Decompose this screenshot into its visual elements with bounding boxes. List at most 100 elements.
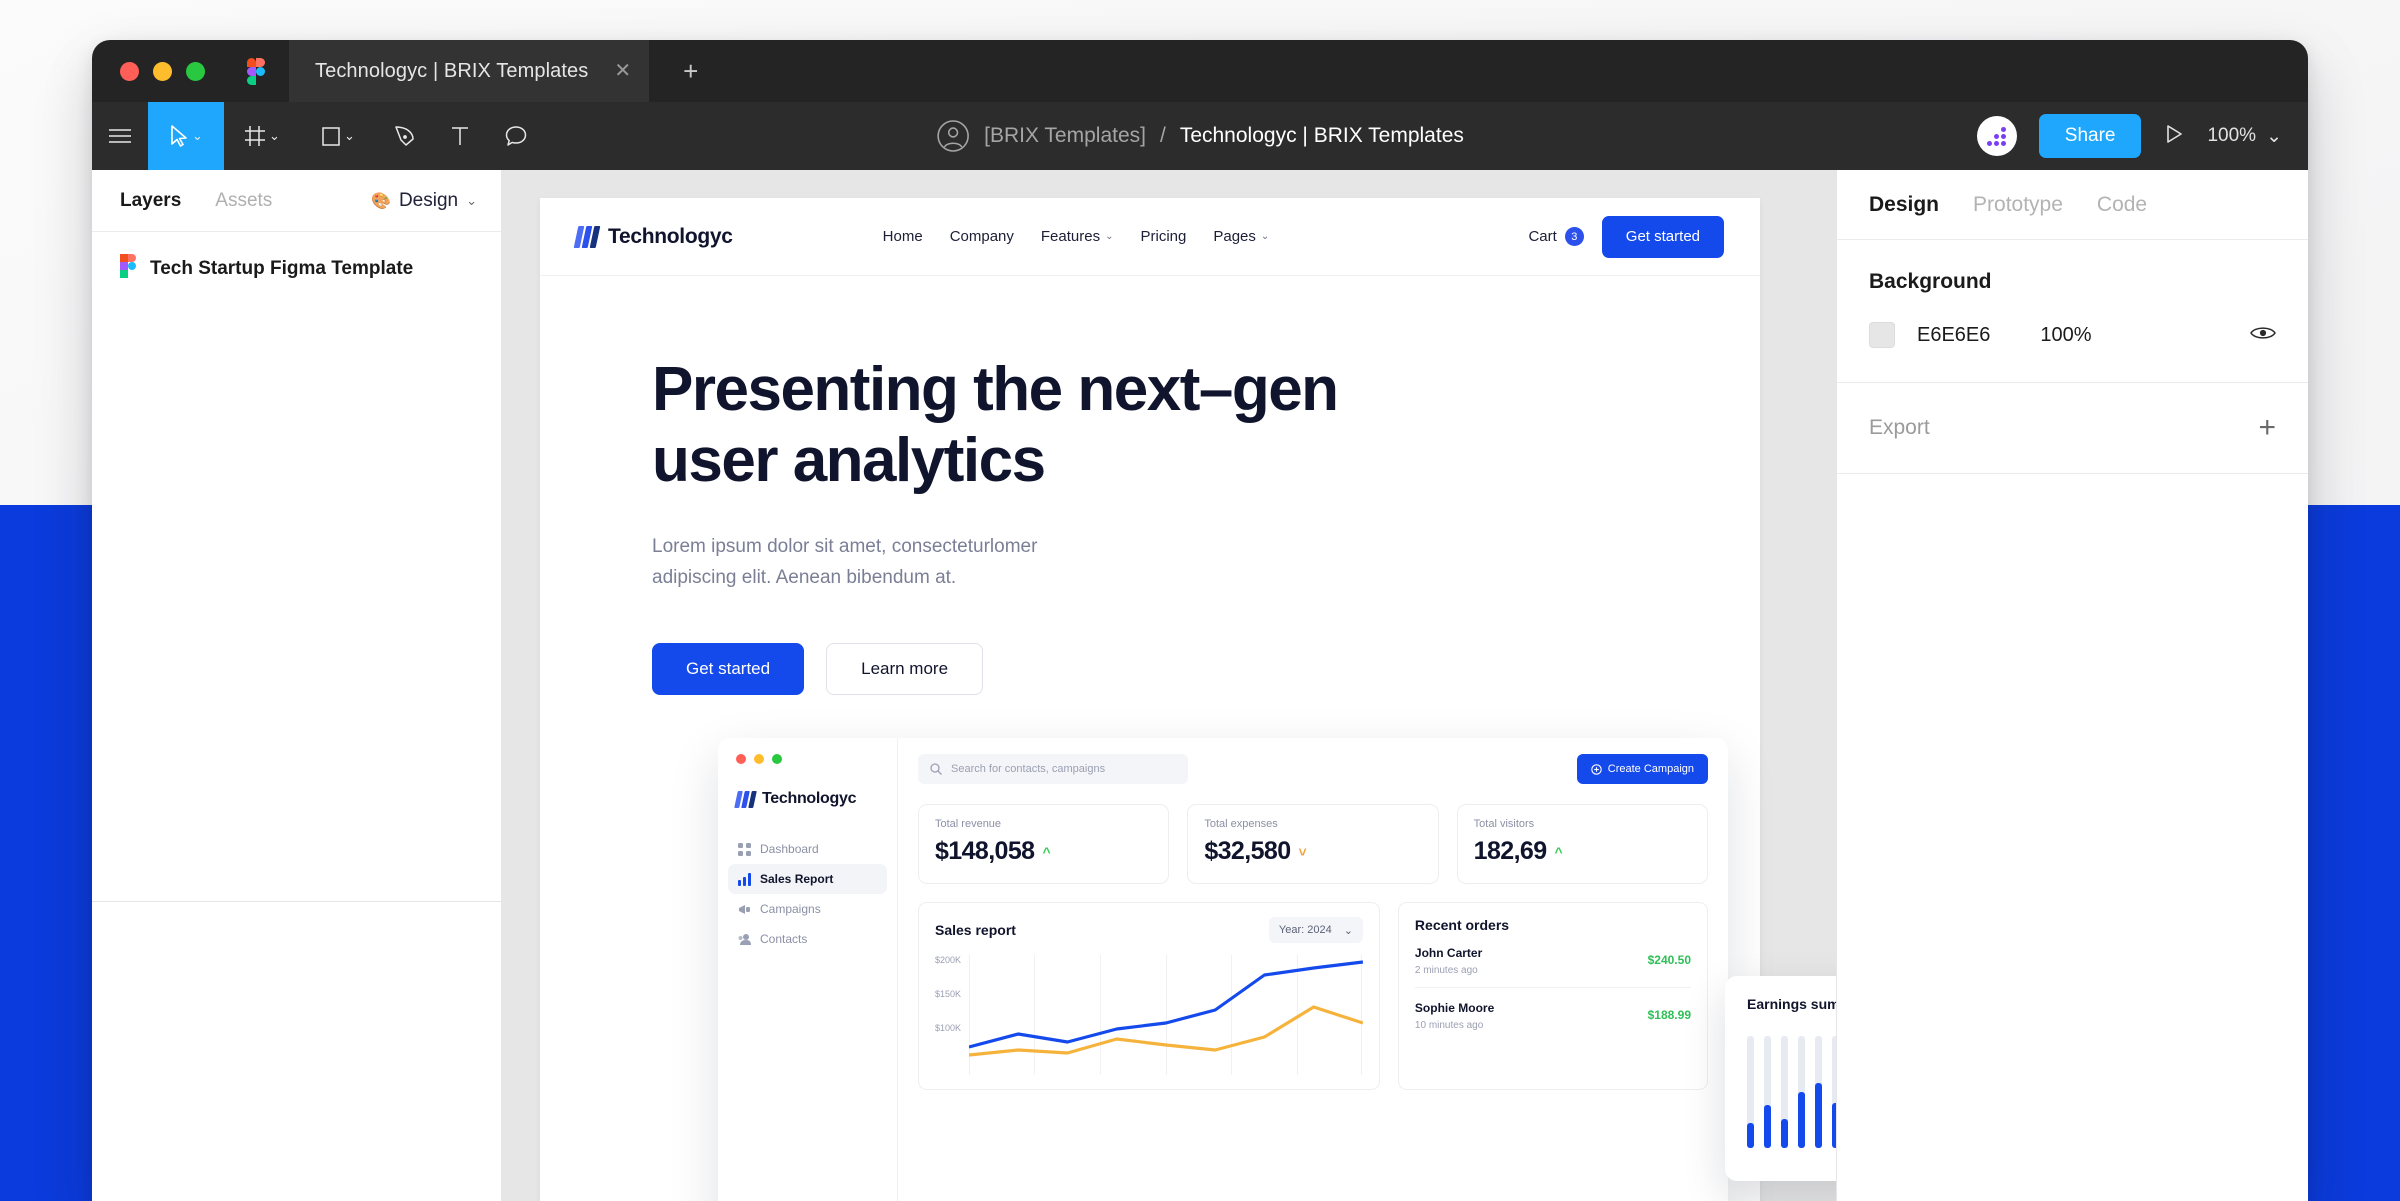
create-campaign-button[interactable]: Create Campaign bbox=[1576, 754, 1708, 784]
minimize-window-button[interactable] bbox=[153, 61, 172, 81]
cart-link[interactable]: Cart 3 bbox=[1528, 227, 1584, 246]
earnings-bar-fill bbox=[1747, 1123, 1754, 1148]
new-tab-icon[interactable]: + bbox=[683, 58, 698, 84]
cart-count-badge: 3 bbox=[1564, 227, 1584, 246]
nav-link-pages[interactable]: Pages ⌄ bbox=[1213, 228, 1269, 245]
trend-up-icon: ^ bbox=[1042, 843, 1051, 860]
nav-link-features[interactable]: Features ⌄ bbox=[1041, 228, 1114, 245]
hero-paragraph-line1: Lorem ipsum dolor sit amet, consecteturl… bbox=[652, 535, 1038, 557]
earnings-summary-card: Earnings summary bbox=[1725, 976, 1836, 1181]
earnings-bar bbox=[1815, 1036, 1822, 1148]
comment-tool-icon[interactable] bbox=[488, 102, 544, 170]
nav-get-started-button[interactable]: Get started bbox=[1601, 215, 1724, 258]
hero-section: Presenting the next–gen user analytics L… bbox=[540, 276, 1760, 696]
search-icon bbox=[930, 763, 942, 775]
collaborator-avatar[interactable] bbox=[1976, 116, 2017, 156]
nav-link-features-label: Features bbox=[1040, 228, 1101, 245]
website-artboard[interactable]: Technologyc Home Company Features ⌄ Prici… bbox=[540, 198, 1836, 1201]
figma-toolbar: ⌄ ⌄ ⌄ [BRIX Templates] / Technologyc | B… bbox=[92, 102, 2308, 170]
layer-item[interactable]: Tech Startup Figma Template bbox=[92, 232, 501, 305]
hero-learn-more-button[interactable]: Learn more bbox=[826, 643, 984, 696]
dashboard-nav-contacts[interactable]: Contacts bbox=[728, 924, 887, 954]
move-tool-caret-icon[interactable]: ⌄ bbox=[192, 128, 203, 144]
frame-tool-icon[interactable]: ⌄ bbox=[224, 102, 300, 170]
decorative-blue-band-left bbox=[0, 505, 92, 1201]
trend-down-icon: ˅ bbox=[1298, 843, 1307, 860]
year-select-value: Year: 2024 bbox=[1278, 924, 1332, 936]
layer-item-label: Tech Startup Figma Template bbox=[150, 257, 414, 279]
tab-layers[interactable]: Layers bbox=[120, 190, 181, 212]
earnings-bar bbox=[1747, 1036, 1754, 1148]
dashboard-nav-dashboard[interactable]: Dashboard bbox=[728, 834, 887, 864]
share-button[interactable]: Share bbox=[2038, 114, 2142, 158]
zoom-level-control[interactable]: 100% ⌄ bbox=[2207, 125, 2282, 148]
text-tool-icon[interactable] bbox=[432, 102, 488, 170]
hero-get-started-button[interactable]: Get started bbox=[652, 643, 805, 696]
move-tool-icon[interactable]: ⌄ bbox=[148, 102, 224, 170]
file-tab[interactable]: Technologyc | BRIX Templates ✕ bbox=[289, 40, 650, 102]
breadcrumb-file[interactable]: Technologyc | BRIX Templates bbox=[1180, 124, 1464, 148]
close-tab-icon[interactable]: ✕ bbox=[614, 61, 631, 81]
figma-canvas[interactable]: Technologyc Home Company Features ⌄ Prici… bbox=[502, 170, 1836, 1201]
eye-icon[interactable] bbox=[2250, 324, 2276, 347]
earnings-bar-fill bbox=[1798, 1092, 1805, 1148]
design-switcher[interactable]: 🎨 Design ⌄ bbox=[371, 190, 477, 212]
maximize-window-button[interactable] bbox=[186, 61, 205, 81]
dashboard-nav-campaigns-label: Campaigns bbox=[760, 902, 821, 916]
year-select[interactable]: Year: 2024 ⌄ bbox=[1268, 917, 1363, 943]
stat-card-value-wrap: $32,580 ˅ bbox=[1204, 837, 1421, 866]
dashboard-search-input[interactable]: Search for contacts, campaigns bbox=[918, 754, 1188, 784]
nav-link-home-label: Home bbox=[882, 228, 923, 245]
export-section: Export + bbox=[1837, 383, 2308, 474]
earnings-bar bbox=[1798, 1036, 1805, 1148]
background-hex-value[interactable]: E6E6E6 bbox=[1917, 324, 1990, 347]
pen-tool-icon[interactable] bbox=[376, 102, 432, 170]
shape-tool-icon[interactable]: ⌄ bbox=[300, 102, 376, 170]
breadcrumb[interactable]: [BRIX Templates] / Technologyc | BRIX Te… bbox=[936, 119, 1464, 153]
order-row[interactable]: John Carter 2 minutes ago $240.50 bbox=[1415, 933, 1691, 987]
breadcrumb-project[interactable]: [BRIX Templates] bbox=[984, 124, 1146, 148]
close-window-button[interactable] bbox=[120, 61, 139, 81]
dashboard-nav-campaigns[interactable]: Campaigns bbox=[728, 894, 887, 924]
grid-icon bbox=[738, 842, 751, 856]
shape-tool-caret-icon[interactable]: ⌄ bbox=[344, 128, 355, 144]
order-time: 10 minutes ago bbox=[1414, 1020, 1484, 1031]
tab-prototype[interactable]: Prototype bbox=[1973, 193, 2063, 217]
right-panel: Design Prototype Code Background E6E6E6 … bbox=[1836, 170, 2308, 1201]
dashboard-brand: Technologyc bbox=[718, 790, 897, 834]
technologyc-logo-icon bbox=[573, 225, 601, 248]
tab-assets[interactable]: Assets bbox=[215, 190, 272, 212]
frame-tool-caret-icon[interactable]: ⌄ bbox=[269, 128, 280, 144]
nav-link-pages-label: Pages bbox=[1213, 228, 1256, 245]
site-navbar: Technologyc Home Company Features ⌄ Prici… bbox=[540, 198, 1760, 276]
trend-up-icon: ^ bbox=[1554, 843, 1563, 860]
nav-link-company[interactable]: Company bbox=[950, 228, 1014, 245]
add-export-icon[interactable]: + bbox=[2258, 413, 2276, 443]
tab-code[interactable]: Code bbox=[2097, 193, 2147, 217]
sales-chart-lines bbox=[969, 960, 1363, 1057]
sales-report-panel: Sales report Year: 2024 ⌄ $200K $150K $1… bbox=[918, 902, 1380, 1090]
sales-report-title: Sales report bbox=[935, 922, 1016, 938]
earnings-summary-title: Earnings summary bbox=[1747, 996, 1836, 1012]
nav-link-home[interactable]: Home bbox=[883, 228, 923, 245]
site-brand[interactable]: Technologyc bbox=[573, 225, 733, 249]
dashboard-nav-sales-report[interactable]: Sales Report bbox=[728, 864, 887, 894]
stat-card-label: Total visitors bbox=[1473, 818, 1535, 830]
background-color-swatch[interactable] bbox=[1869, 322, 1895, 348]
order-customer-name: Sophie Moore bbox=[1414, 1001, 1495, 1015]
avatar-dots-icon bbox=[1987, 126, 2007, 146]
menu-icon[interactable] bbox=[92, 102, 148, 170]
present-icon[interactable] bbox=[2163, 123, 2185, 150]
background-opacity-value[interactable]: 100% bbox=[2040, 324, 2091, 347]
nav-link-pricing[interactable]: Pricing bbox=[1140, 228, 1186, 245]
dashboard-sidebar: Technologyc Dashboard Sales Report Campa… bbox=[718, 738, 898, 1201]
dashboard-main: Search for contacts, campaigns Create Ca… bbox=[898, 738, 1728, 1201]
stat-card-value-wrap: 182,69 ^ bbox=[1474, 837, 1691, 866]
earnings-bar-fill bbox=[1764, 1105, 1771, 1148]
earnings-bar-fill bbox=[1815, 1083, 1822, 1148]
order-row[interactable]: Sophie Moore 10 minutes ago $188.99 bbox=[1414, 987, 1691, 1042]
tab-design[interactable]: Design bbox=[1869, 193, 1939, 217]
dashboard-lower-row: Sales report Year: 2024 ⌄ $200K $150K $1… bbox=[918, 902, 1708, 1090]
zoom-caret-icon: ⌄ bbox=[2266, 125, 2282, 147]
breadcrumb-separator: / bbox=[1159, 124, 1166, 147]
